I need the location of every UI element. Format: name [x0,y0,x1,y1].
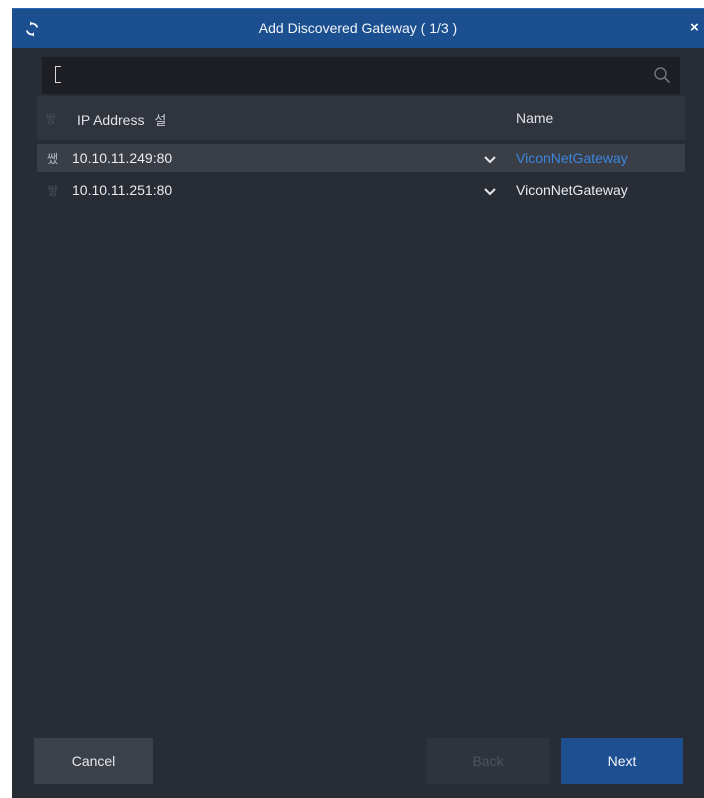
row-checkbox[interactable]: 쌨 [47,150,58,167]
row-ip: 10.10.11.251:80 [72,182,173,198]
search-input[interactable] [42,57,642,94]
row-name[interactable]: ViconNetGateway [516,182,628,198]
select-all-checkbox[interactable]: 쌓 [45,110,56,127]
add-gateway-dialog: Add Discovered Gateway ( 1/3 ) × 쌓 IP Ad… [12,8,704,798]
chevron-down-icon[interactable] [484,184,496,196]
cancel-button[interactable]: Cancel [34,738,153,784]
column-header-ip-label: IP Address [77,112,145,128]
close-icon[interactable]: × [690,19,704,37]
row-ip: 10.10.11.249:80 [72,150,173,166]
dialog-titlebar: Add Discovered Gateway ( 1/3 ) × [12,8,704,48]
table-row[interactable]: 쌓 10.10.11.251:80 ViconNetGateway [37,176,685,204]
table-row[interactable]: 쌨 10.10.11.249:80 ViconNetGateway [37,144,685,172]
table-header: 쌓 IP Address 설 Name [37,96,685,140]
text-cursor-icon [55,66,61,83]
column-header-name[interactable]: Name [516,110,553,126]
column-header-ip[interactable]: IP Address 설 [77,110,166,129]
dialog-title: Add Discovered Gateway ( 1/3 ) [258,20,458,36]
chevron-down-icon[interactable] [484,152,496,164]
next-button[interactable]: Next [561,738,683,784]
row-name[interactable]: ViconNetGateway [516,150,628,166]
back-button[interactable]: Back [426,738,550,784]
search-box [42,57,680,94]
sort-icon[interactable]: 설 [154,113,166,128]
row-checkbox[interactable]: 쌓 [47,182,58,199]
search-icon[interactable] [653,66,671,84]
